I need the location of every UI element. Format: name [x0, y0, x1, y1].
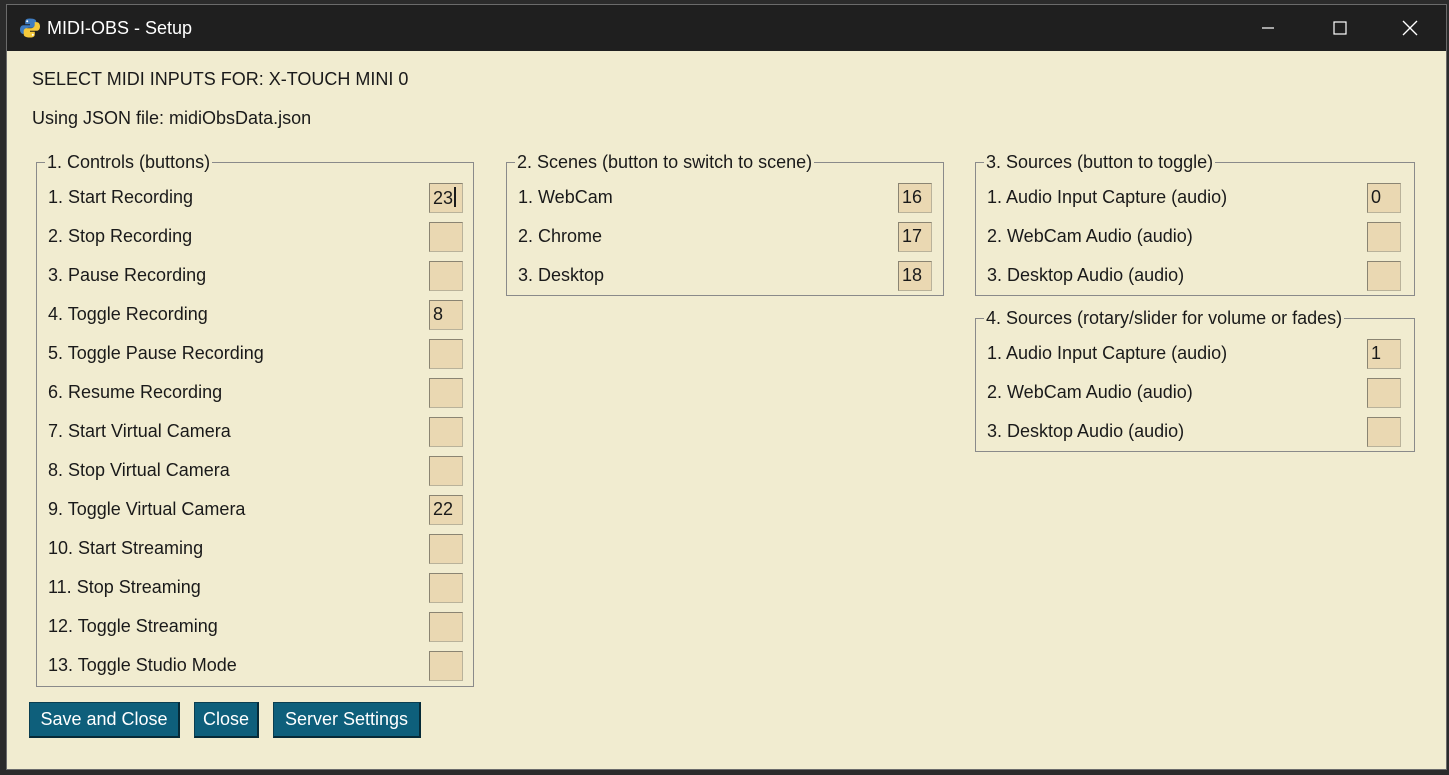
source-volume-row: 2. WebCam Audio (audio): [976, 378, 1414, 408]
control-label: 10. Start Streaming: [48, 538, 204, 558]
sources-toggle-group: 3. Sources (button to toggle) 1. Audio I…: [975, 152, 1415, 296]
scene-midi-input[interactable]: 16: [898, 183, 932, 213]
control-midi-input[interactable]: [429, 261, 463, 291]
control-label: 7. Start Virtual Camera: [48, 421, 231, 441]
control-row: 7. Start Virtual Camera: [37, 417, 473, 447]
control-label: 4. Toggle Recording: [48, 304, 208, 324]
source-volume-label: 1. Audio Input Capture (audio): [987, 343, 1228, 363]
control-label: 3. Pause Recording: [48, 265, 207, 285]
sources-toggle-group-title: 3. Sources (button to toggle): [984, 152, 1216, 172]
scene-label: 1. WebCam: [518, 187, 613, 207]
close-icon: [1402, 20, 1418, 36]
source-toggle-row: 1. Audio Input Capture (audio) 0: [976, 183, 1414, 213]
controls-group-title: 1. Controls (buttons): [45, 152, 213, 172]
source-volume-label: 2. WebCam Audio (audio): [987, 382, 1193, 402]
control-midi-input[interactable]: 8: [429, 300, 463, 330]
minimize-icon: [1262, 27, 1274, 29]
source-toggle-label: 3. Desktop Audio (audio): [987, 265, 1185, 285]
control-row: 4. Toggle Recording 8: [37, 300, 473, 330]
control-row: 11. Stop Streaming: [37, 573, 473, 603]
control-row: 13. Toggle Studio Mode: [37, 651, 473, 681]
source-volume-label: 3. Desktop Audio (audio): [987, 421, 1185, 441]
scenes-group-title: 2. Scenes (button to switch to scene): [515, 152, 815, 172]
maximize-icon: [1333, 21, 1347, 35]
control-row: 9. Toggle Virtual Camera 22: [37, 495, 473, 525]
control-row: 8. Stop Virtual Camera: [37, 456, 473, 486]
source-volume-row: 3. Desktop Audio (audio): [976, 417, 1414, 447]
setup-window: MIDI-OBS - Setup SELECT MIDI INPUTS FOR:…: [6, 4, 1447, 770]
scene-row: 2. Chrome 17: [507, 222, 943, 252]
scenes-group: 2. Scenes (button to switch to scene) 1.…: [506, 152, 944, 296]
scene-label: 2. Chrome: [518, 226, 603, 246]
maximize-button[interactable]: [1305, 5, 1375, 51]
control-label: 12. Toggle Streaming: [48, 616, 218, 636]
scene-row: 1. WebCam 16: [507, 183, 943, 213]
title-bar[interactable]: MIDI-OBS - Setup: [7, 5, 1446, 51]
source-toggle-label: 1. Audio Input Capture (audio): [987, 187, 1228, 207]
control-label: 9. Toggle Virtual Camera: [48, 499, 246, 519]
close-button[interactable]: Close: [194, 702, 259, 738]
control-midi-input[interactable]: 23: [429, 183, 463, 213]
control-midi-input[interactable]: 22: [429, 495, 463, 525]
source-toggle-row: 2. WebCam Audio (audio): [976, 222, 1414, 252]
control-midi-input[interactable]: [429, 651, 463, 681]
control-label: 8. Stop Virtual Camera: [48, 460, 230, 480]
sources-volume-group: 4. Sources (rotary/slider for volume or …: [975, 308, 1415, 452]
control-row: 2. Stop Recording: [37, 222, 473, 252]
source-volume-midi-input[interactable]: [1367, 417, 1401, 447]
source-toggle-midi-input[interactable]: [1367, 261, 1401, 291]
control-label: 1. Start Recording: [48, 187, 194, 207]
source-volume-row: 1. Audio Input Capture (audio) 1: [976, 339, 1414, 369]
control-midi-input[interactable]: [429, 222, 463, 252]
control-row: 1. Start Recording 23: [37, 183, 473, 213]
control-label: 11. Stop Streaming: [48, 577, 201, 597]
control-midi-input[interactable]: [429, 417, 463, 447]
sources-volume-group-title: 4. Sources (rotary/slider for volume or …: [984, 308, 1345, 328]
window-title: MIDI-OBS - Setup: [47, 18, 193, 38]
control-row: 12. Toggle Streaming: [37, 612, 473, 642]
control-label: 2. Stop Recording: [48, 226, 193, 246]
control-midi-input[interactable]: [429, 534, 463, 564]
save-and-close-button[interactable]: Save and Close: [29, 702, 180, 738]
control-midi-input[interactable]: [429, 612, 463, 642]
controls-group: 1. Controls (buttons) 1. Start Recording…: [36, 152, 474, 687]
midi-device-heading: SELECT MIDI INPUTS FOR: X-TOUCH MINI 0: [32, 69, 409, 89]
source-volume-midi-input[interactable]: 1: [1367, 339, 1401, 369]
control-midi-input[interactable]: [429, 378, 463, 408]
scene-label: 3. Desktop: [518, 265, 605, 285]
scene-midi-input[interactable]: 17: [898, 222, 932, 252]
control-midi-input[interactable]: [429, 456, 463, 486]
source-toggle-midi-input[interactable]: [1367, 222, 1401, 252]
control-row: 3. Pause Recording: [37, 261, 473, 291]
server-settings-button[interactable]: Server Settings: [273, 702, 421, 738]
python-icon: [19, 17, 41, 39]
close-window-button[interactable]: [1375, 5, 1445, 51]
source-volume-midi-input[interactable]: [1367, 378, 1401, 408]
control-label: 5. Toggle Pause Recording: [48, 343, 264, 363]
control-row: 10. Start Streaming: [37, 534, 473, 564]
control-label: 13. Toggle Studio Mode: [48, 655, 237, 675]
text-caret: [454, 187, 457, 207]
source-toggle-midi-input[interactable]: 0: [1367, 183, 1401, 213]
control-label: 6. Resume Recording: [48, 382, 223, 402]
json-file-label: Using JSON file: midiObsData.json: [32, 108, 312, 128]
scene-row: 3. Desktop 18: [507, 261, 943, 291]
control-row: 5. Toggle Pause Recording: [37, 339, 473, 369]
control-midi-input[interactable]: [429, 573, 463, 603]
control-midi-input[interactable]: [429, 339, 463, 369]
source-toggle-row: 3. Desktop Audio (audio): [976, 261, 1414, 291]
control-row: 6. Resume Recording: [37, 378, 473, 408]
scene-midi-input[interactable]: 18: [898, 261, 932, 291]
window-content: SELECT MIDI INPUTS FOR: X-TOUCH MINI 0 U…: [7, 51, 1446, 771]
minimize-button[interactable]: [1233, 5, 1303, 51]
source-toggle-label: 2. WebCam Audio (audio): [987, 226, 1193, 246]
